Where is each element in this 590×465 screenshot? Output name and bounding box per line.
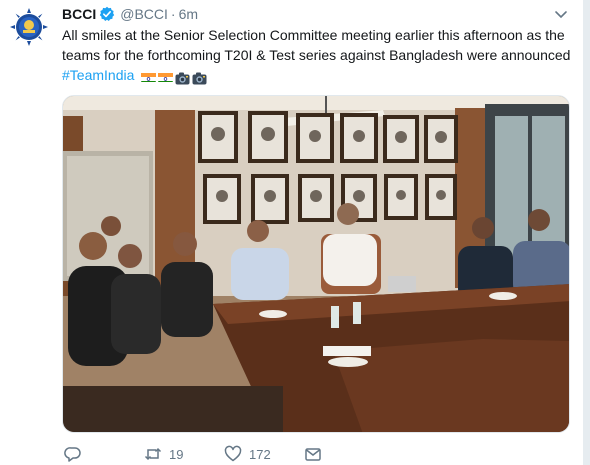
author-name[interactable]: BCCI — [62, 6, 96, 22]
tweet-body-text: All smiles at the Senior Selection Commi… — [62, 27, 571, 63]
verified-badge-icon — [99, 6, 115, 22]
share-button[interactable] — [304, 445, 322, 463]
bcci-logo-avatar[interactable] — [8, 6, 50, 48]
camera-icon — [192, 70, 207, 85]
hashtag-link[interactable]: #TeamIndia — [62, 67, 134, 83]
india-flag-icon — [141, 70, 157, 82]
tweet-card[interactable]: BCCI @BCCI · 6m All smiles at the Senior… — [0, 0, 584, 465]
like-count: 172 — [249, 446, 271, 462]
bcci-logo-icon — [9, 7, 49, 47]
india-flag-icon — [158, 70, 174, 82]
camera-icon — [175, 70, 190, 85]
emoji-group — [141, 70, 207, 85]
tweet-timestamp[interactable]: 6m — [179, 6, 198, 22]
share-icon — [305, 448, 321, 461]
author-handle[interactable]: @BCCI — [120, 6, 168, 22]
retweet-button[interactable]: 19 — [144, 445, 183, 463]
retweet-count: 19 — [169, 446, 184, 462]
separator-dot: · — [170, 6, 176, 22]
tweet-photo[interactable] — [62, 95, 570, 433]
meeting-room-photo — [63, 96, 569, 432]
heart-icon — [224, 445, 242, 462]
tweet-header: BCCI @BCCI · 6m — [62, 5, 198, 23]
like-button[interactable]: 172 — [224, 445, 271, 463]
reply-icon — [64, 447, 81, 462]
tweet-actions: 19 172 — [62, 445, 362, 465]
reply-button[interactable] — [64, 445, 82, 463]
retweet-icon — [144, 447, 162, 461]
tweet-text: All smiles at the Senior Selection Commi… — [62, 25, 572, 85]
chevron-down-icon[interactable] — [553, 6, 569, 22]
